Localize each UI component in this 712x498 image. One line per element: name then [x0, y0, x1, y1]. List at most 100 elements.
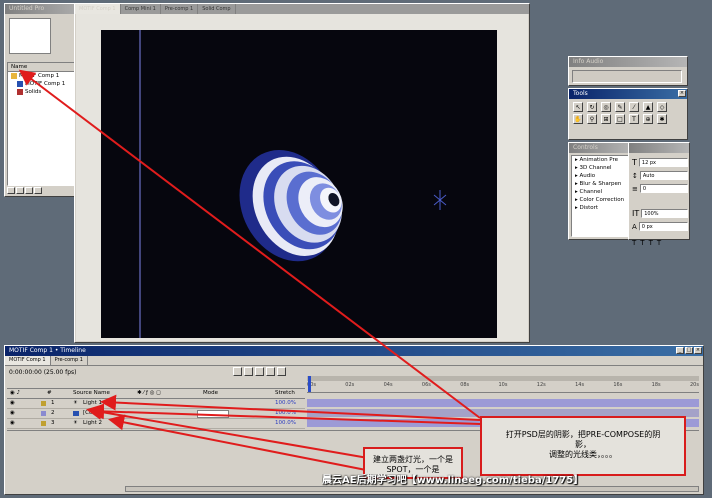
- time-ruler[interactable]: 00s 02s 04s 06s 08s 10s 12s 14s 16s 18s …: [307, 376, 699, 393]
- leading-field[interactable]: Auto: [639, 171, 688, 180]
- solid-icon: [17, 88, 23, 95]
- faux-italic-icon[interactable]: T: [640, 239, 644, 247]
- label-color-swatch[interactable]: [41, 401, 46, 406]
- layer-stretch[interactable]: 100.0%: [275, 419, 296, 428]
- zoom-tool-icon[interactable]: ⚲: [587, 114, 597, 124]
- small-caps-icon[interactable]: T: [657, 239, 661, 247]
- info-readout: [572, 70, 682, 83]
- camera-tool-icon[interactable]: ◎: [601, 102, 611, 112]
- info-audio-panel: Info Audio: [568, 56, 688, 86]
- layer-name[interactable]: Light 1: [83, 399, 102, 408]
- work-area-bar[interactable]: [307, 376, 699, 381]
- timeline-tab[interactable]: Pre-comp 1: [51, 356, 88, 365]
- interpret-footage-icon[interactable]: [7, 187, 15, 194]
- layer-row[interactable]: ◉ 2 [Comp] 100.0%: [7, 409, 305, 419]
- tools-panel-titlebar[interactable]: Tools ×: [569, 89, 687, 99]
- light-icon: ☀: [73, 400, 78, 406]
- effects-panel-titlebar[interactable]: Controls: [569, 143, 633, 153]
- layer-number: 2: [51, 410, 55, 416]
- text-tool-icon[interactable]: T: [629, 114, 639, 124]
- effect-category[interactable]: ▸ Blur & Sharpen: [572, 180, 630, 188]
- rotate-tool-icon[interactable]: ↻: [587, 102, 597, 112]
- timecode-display[interactable]: 0:00:00:00 (25.00 fps): [9, 368, 77, 377]
- tracking-field[interactable]: 0: [639, 184, 688, 193]
- selection-tool-icon[interactable]: ↖: [573, 102, 583, 112]
- character-panel-titlebar[interactable]: [629, 143, 689, 153]
- comp-tab[interactable]: Comp Mini 1: [121, 4, 161, 14]
- composition-window-titlebar[interactable]: MOTIF Comp 1 Comp Mini 1 Pre-comp 1 Soli…: [75, 4, 529, 14]
- vertical-scale-icon: IT: [632, 209, 640, 218]
- effect-category[interactable]: ▸ Animation Pre: [572, 156, 630, 164]
- motion-blur-icon[interactable]: [266, 367, 275, 376]
- mode-dropdown[interactable]: [197, 410, 229, 418]
- visibility-icon[interactable]: ◉: [10, 419, 15, 428]
- spheres-artwork: [139, 30, 447, 338]
- character-fields: T 12 px ↕ Auto ≡ 0 IT 100% A 0 px T T T …: [632, 156, 688, 247]
- vertical-scale-field[interactable]: 100%: [641, 209, 688, 218]
- effect-category[interactable]: ▸ Channel: [572, 188, 630, 196]
- label-color-swatch[interactable]: [41, 411, 46, 416]
- comp-tab[interactable]: MOTIF Comp 1: [75, 4, 121, 14]
- graph-editor-icon[interactable]: [277, 367, 286, 376]
- shy-icon[interactable]: [244, 367, 253, 376]
- frame-blend-icon[interactable]: [255, 367, 264, 376]
- text-style-buttons: T T T T: [632, 239, 688, 247]
- layer-stretch[interactable]: 100.0%: [275, 399, 296, 408]
- switches-header-icon: ✱ ⁄ ƒ ◎ ◻: [137, 390, 161, 396]
- pen-tool-icon[interactable]: ✎: [615, 102, 625, 112]
- layer-name[interactable]: Light 2: [83, 419, 102, 428]
- comp-tab[interactable]: Solid Comp: [198, 4, 236, 14]
- layer-duration-bar[interactable]: [307, 399, 699, 407]
- character-panel: T 12 px ↕ Auto ≡ 0 IT 100% A 0 px T T T …: [628, 142, 690, 247]
- close-icon[interactable]: ×: [678, 90, 686, 97]
- all-caps-icon[interactable]: T: [649, 239, 653, 247]
- stamp-tool-icon[interactable]: ▲: [643, 102, 653, 112]
- trash-icon[interactable]: [34, 187, 42, 194]
- new-comp-icon[interactable]: [25, 187, 33, 194]
- source-name-header[interactable]: Source Name: [73, 389, 110, 398]
- hand-tool-icon[interactable]: ✋: [573, 114, 583, 124]
- watermark-text: 晨云AE后期学习吧【www.lineeg.com/tieba/1775】: [322, 475, 584, 486]
- effect-category[interactable]: ▸ Audio: [572, 172, 630, 180]
- timeline-titlebar[interactable]: MOTIF Comp 1 • Timeline _ □ ×: [5, 346, 703, 356]
- layer-row[interactable]: ◉ 3 ☀ Light 2 100.0%: [7, 419, 305, 429]
- tools-panel: Tools × ↖ ↻ ◎ ✎ ⁄ ▲ ◇ ✋ ⚲ ⊞ □ T ⊕ ✱: [568, 88, 688, 140]
- comp-tab[interactable]: Pre-comp 1: [161, 4, 199, 14]
- layer-row[interactable]: ◉ 1 ☀ Light 1 100.0%: [7, 399, 305, 409]
- faux-bold-icon[interactable]: T: [632, 239, 636, 247]
- brush-tool-icon[interactable]: ⁄: [629, 102, 639, 112]
- project-bottom-toolbar: [7, 187, 42, 194]
- timeline-title: MOTIF Comp 1 • Timeline: [9, 347, 86, 354]
- visibility-icon[interactable]: ◉: [10, 399, 15, 408]
- minimize-icon[interactable]: _: [676, 347, 684, 354]
- timeline-tab[interactable]: MOTIF Comp 1: [5, 356, 51, 365]
- info-panel-titlebar[interactable]: Info Audio: [569, 57, 687, 67]
- orbit-tool-icon[interactable]: ⊕: [643, 114, 653, 124]
- effect-category[interactable]: ▸ 3D Channel: [572, 164, 630, 172]
- comp-pasteboard[interactable]: [76, 14, 528, 341]
- layer-number: 1: [51, 400, 55, 406]
- new-folder-icon[interactable]: [16, 187, 24, 194]
- close-icon[interactable]: ×: [694, 347, 702, 354]
- ruler-labels: 00s 02s 04s 06s 08s 10s 12s 14s 16s 18s …: [307, 382, 699, 388]
- effect-category[interactable]: ▸ Color Correction: [572, 196, 630, 204]
- maximize-icon[interactable]: □: [685, 347, 693, 354]
- baseline-shift-field[interactable]: 0 px: [638, 222, 688, 231]
- visibility-icon[interactable]: ◉: [10, 409, 15, 418]
- font-size-field[interactable]: 12 px: [638, 158, 688, 167]
- mask-tool-icon[interactable]: □: [615, 114, 625, 124]
- layer-stretch[interactable]: 100.0%: [275, 409, 296, 418]
- layer-name[interactable]: [Comp]: [83, 409, 103, 418]
- draft-3d-icon[interactable]: [233, 367, 242, 376]
- stretch-header[interactable]: Stretch: [275, 389, 295, 398]
- eraser-tool-icon[interactable]: ◇: [657, 102, 667, 112]
- comp-canvas[interactable]: [101, 30, 497, 338]
- pan-behind-tool-icon[interactable]: ⊞: [601, 114, 611, 124]
- label-color-swatch[interactable]: [41, 421, 46, 426]
- mode-header[interactable]: Mode: [203, 389, 218, 398]
- label-header: #: [47, 390, 52, 396]
- current-time-indicator[interactable]: [308, 376, 311, 392]
- effect-category[interactable]: ▸ Distort: [572, 204, 630, 212]
- puppet-tool-icon[interactable]: ✱: [657, 114, 667, 124]
- timeline-tabs: MOTIF Comp 1 Pre-comp 1: [5, 356, 703, 366]
